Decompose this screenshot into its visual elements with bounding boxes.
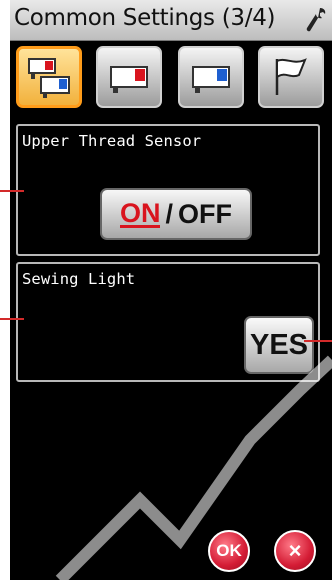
close-icon: × (288, 538, 302, 563)
machine-blue-icon (192, 66, 230, 93)
sewing-light-panel: Sewing Light YES (16, 262, 320, 382)
tab-bar (10, 46, 332, 110)
callout-line-upper-thread (0, 190, 24, 192)
callout-line-yes-button (304, 340, 332, 342)
upper-thread-panel: Upper Thread Sensor ON / OFF (16, 124, 320, 256)
on-off-separator: / (165, 198, 173, 229)
wrench-icon (306, 8, 326, 32)
flag-icon (275, 58, 307, 95)
tab-1[interactable] (16, 46, 82, 108)
machine-pair-icon (28, 58, 70, 98)
title-bar: Common Settings (3/4) (10, 0, 332, 41)
page-title: Common Settings (3/4) (14, 5, 276, 31)
upper-thread-label: Upper Thread Sensor (22, 132, 202, 150)
tab-2[interactable] (96, 46, 162, 108)
off-label: OFF (178, 198, 232, 229)
sewing-light-label: Sewing Light (22, 270, 136, 288)
machine-red-icon (110, 66, 148, 93)
on-label: ON (119, 197, 161, 228)
sewing-light-yes-button[interactable]: YES (244, 316, 314, 374)
ok-button[interactable]: OK (208, 530, 250, 572)
tab-3[interactable] (178, 46, 244, 108)
callout-line-sewing-light (0, 318, 24, 320)
cancel-button[interactable]: × (274, 530, 316, 572)
tab-4[interactable] (258, 46, 324, 108)
settings-screen: Common Settings (3/4) Upper Thread Senso… (10, 0, 332, 580)
upper-thread-toggle[interactable]: ON / OFF (100, 188, 252, 240)
